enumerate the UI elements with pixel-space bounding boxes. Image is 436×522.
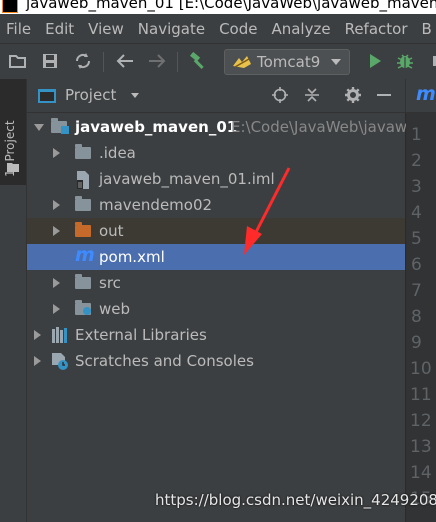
left-tool-stripe: 1: Project	[0, 79, 27, 522]
expand-arrow-icon[interactable]	[53, 226, 60, 236]
forward-arrow-icon[interactable]	[148, 52, 166, 70]
project-view-icon	[38, 89, 56, 103]
line-number: 10	[410, 359, 432, 379]
tree-item-label: pom.xml	[99, 248, 165, 266]
menu-build[interactable]: B	[415, 20, 436, 38]
menu-view[interactable]: View	[81, 20, 131, 38]
line-number: 8	[411, 307, 422, 327]
chevron-down-icon	[331, 59, 341, 65]
menu-file[interactable]: File	[0, 20, 38, 38]
build-hammer-icon[interactable]	[189, 52, 207, 70]
line-number: 12	[410, 411, 432, 431]
line-number: 11	[410, 385, 432, 405]
folder-icon	[75, 144, 93, 161]
more-icon[interactable]	[428, 52, 436, 70]
web-folder-icon	[75, 300, 93, 317]
back-arrow-icon[interactable]	[116, 52, 134, 70]
tree-root-javaweb-maven-01[interactable]: javaweb_maven_01 E:\Code\JavaWeb\javaw	[27, 114, 408, 140]
collapse-all-icon[interactable]	[304, 87, 320, 103]
line-number: 6	[411, 255, 422, 275]
module-folder-icon	[51, 118, 69, 135]
expand-arrow-icon[interactable]	[53, 304, 60, 314]
editor-line-gutter: 1 2 3 4 5 6 7 8 9 10 11 12 13 14 15	[406, 113, 436, 522]
debug-icon[interactable]	[396, 52, 414, 70]
tree-item-pom-xml[interactable]: m pom.xml	[27, 244, 405, 270]
project-tree: javaweb_maven_01 E:\Code\JavaWeb\javaw .…	[27, 113, 408, 522]
tree-item-label: mavendemo02	[99, 196, 213, 214]
run-configuration-select[interactable]: Tomcat9	[224, 49, 350, 75]
tree-item-label: javaweb_maven_01.iml	[99, 170, 275, 188]
sync-icon[interactable]	[74, 52, 92, 70]
scratches-icon	[51, 353, 69, 370]
editor-tab-pom-xml[interactable]: m	[405, 79, 436, 113]
tree-item-out[interactable]: out	[27, 218, 405, 244]
line-number: 13	[410, 437, 432, 457]
menu-navigate[interactable]: Navigate	[131, 20, 212, 38]
maven-file-icon: m	[416, 83, 436, 105]
line-number: 5	[411, 229, 422, 249]
library-icon	[51, 327, 69, 343]
watermark-text: https://blog.csdn.net/weixin_42492089	[155, 491, 436, 509]
run-icon[interactable]	[366, 52, 384, 70]
intellij-app-icon	[2, 0, 18, 13]
root-project-name: javaweb_maven_01	[75, 118, 238, 136]
run-config-label: Tomcat9	[257, 53, 321, 71]
tree-item-label: out	[99, 222, 124, 240]
window-title-bar: javaweb_maven_01 [E:\Code\JavaWeb\javawe…	[0, 0, 436, 14]
tree-item-idea[interactable]: .idea	[27, 140, 405, 166]
expand-arrow-icon[interactable]	[34, 330, 41, 340]
maven-file-icon: m	[75, 244, 95, 266]
settings-gear-icon[interactable]	[345, 87, 361, 103]
line-number: 14	[410, 463, 432, 483]
folder-icon	[75, 274, 93, 291]
project-panel-title[interactable]: Project	[65, 86, 116, 104]
line-number: 2	[411, 151, 422, 171]
main-toolbar: Tomcat9	[0, 43, 436, 80]
line-number: 4	[411, 203, 422, 223]
project-panel-header: Project	[27, 79, 405, 113]
expand-arrow-icon[interactable]	[34, 124, 44, 131]
tree-item-label: External Libraries	[75, 326, 207, 344]
locate-icon[interactable]	[272, 87, 288, 103]
menu-code[interactable]: Code	[212, 20, 264, 38]
expand-arrow-icon[interactable]	[53, 148, 60, 158]
root-project-path: E:\Code\JavaWeb\javaw	[231, 118, 408, 136]
window-title: javaweb_maven_01 [E:\Code\JavaWeb\javawe…	[26, 0, 436, 12]
menu-bar: File Edit View Navigate Code Analyze Ref…	[0, 14, 436, 43]
menu-analyze[interactable]: Analyze	[264, 20, 337, 38]
open-folder-icon[interactable]	[9, 52, 27, 70]
tree-item-label: web	[99, 300, 131, 318]
tree-item-src[interactable]: src	[27, 270, 405, 296]
expand-arrow-icon[interactable]	[34, 356, 41, 366]
tree-item-label: src	[99, 274, 121, 292]
excluded-folder-icon	[75, 222, 93, 239]
line-number: 1	[411, 125, 422, 145]
line-number: 3	[411, 177, 422, 197]
tree-item-mavendemo02[interactable]: mavendemo02	[27, 192, 405, 218]
menu-refactor[interactable]: Refactor	[338, 20, 415, 38]
tree-item-external-libraries[interactable]: External Libraries	[27, 322, 405, 348]
folder-icon	[75, 196, 93, 213]
tree-item-label: .idea	[99, 144, 136, 162]
tree-item-web[interactable]: web	[27, 296, 405, 322]
tree-item-label: Scratches and Consoles	[75, 352, 254, 370]
expand-arrow-icon[interactable]	[53, 200, 60, 210]
project-tab-label: 1: Project	[3, 120, 17, 177]
line-number: 7	[411, 281, 422, 301]
project-tool-window-tab[interactable]: 1: Project	[0, 79, 26, 185]
chevron-down-icon[interactable]	[131, 93, 139, 98]
menu-edit[interactable]: Edit	[38, 20, 81, 38]
minimize-icon[interactable]	[376, 87, 392, 103]
tomcat-icon	[233, 56, 251, 68]
tree-item-scratches[interactable]: Scratches and Consoles	[27, 348, 405, 374]
iml-file-icon	[75, 171, 93, 189]
expand-arrow-icon[interactable]	[53, 278, 60, 288]
tree-item-iml-file[interactable]: javaweb_maven_01.iml	[27, 166, 405, 192]
save-icon[interactable]	[41, 52, 59, 70]
line-number: 9	[411, 333, 422, 353]
